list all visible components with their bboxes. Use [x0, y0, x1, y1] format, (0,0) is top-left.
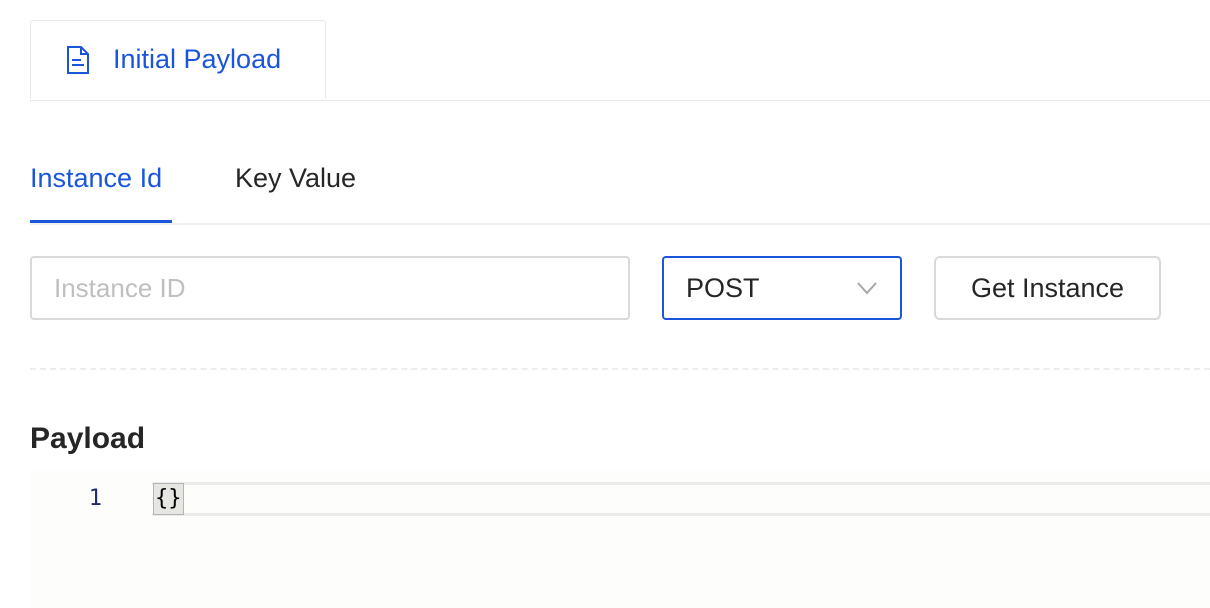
active-line-highlight — [152, 482, 1210, 516]
line-number: 1 — [88, 486, 102, 511]
code-line: 1 {} — [30, 482, 1210, 516]
get-instance-button[interactable]: Get Instance — [934, 256, 1161, 320]
section-divider — [30, 368, 1210, 370]
chevron-down-icon — [856, 281, 878, 295]
top-tab-bar: Initial Payload — [30, 20, 1210, 101]
method-select-value: POST — [686, 272, 760, 303]
sub-tab-bar: Instance Id Key Value — [30, 150, 1210, 225]
instance-id-input[interactable] — [30, 256, 630, 320]
method-select[interactable]: POST — [662, 256, 902, 320]
payload-code-editor[interactable]: 1 {} — [30, 470, 1210, 608]
payload-title: Payload — [30, 422, 146, 455]
code-line-text[interactable]: {} — [153, 483, 184, 515]
tab-initial-payload-label: Initial Payload — [113, 44, 282, 74]
tab-key-value[interactable]: Key Value — [235, 150, 356, 223]
tab-instance-id[interactable]: Instance Id — [30, 150, 172, 223]
tab-initial-payload[interactable]: Initial Payload — [30, 20, 326, 99]
app-root: Initial Payload Instance Id Key Value PO… — [0, 0, 1210, 608]
document-icon — [65, 45, 91, 75]
